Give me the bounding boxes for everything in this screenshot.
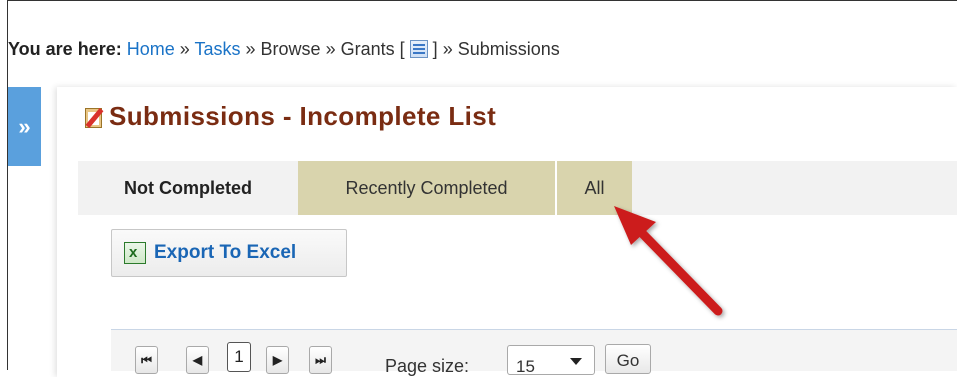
current-page-number[interactable]: 1 [227,342,251,372]
breadcrumb-separator: » [179,39,190,59]
double-chevron-right-icon: » [18,113,31,139]
export-to-excel-button[interactable]: x Export To Excel [111,229,347,277]
tab-label: Recently Completed [345,177,508,198]
breadcrumb-submissions: Submissions [457,39,560,59]
page-size-label: Page size: [385,356,470,376]
page-size-select[interactable]: 15 [507,345,595,376]
grid-icon[interactable] [409,40,428,58]
breadcrumb-grants: Grants [ [340,39,405,59]
tab-label: All [584,177,605,198]
excel-icon: x [124,242,146,264]
page-title-row: Submissions - Incomplete List [83,101,496,132]
tab-all[interactable]: All [557,161,632,215]
frame-border-top [7,0,957,1]
breadcrumb-lead: You are here: [8,39,122,59]
clipboard-icon [83,105,105,129]
sidebar-expand-button[interactable]: » [8,87,41,166]
tab-recently-completed[interactable]: Recently Completed [298,161,555,215]
breadcrumb-separator: » [325,39,336,59]
page-title: Submissions - Incomplete List [109,101,497,131]
breadcrumb: You are here: Home » Tasks » Browse » Gr… [8,39,560,60]
breadcrumb-home-link[interactable]: Home [127,39,175,59]
tab-label: Not Completed [124,177,252,198]
breadcrumb-separator: » [442,39,453,59]
breadcrumb-browse: Browse [260,39,321,59]
export-to-excel-label: Export To Excel [154,242,297,263]
page-size-value: 15 [516,357,535,376]
tab-not-completed[interactable]: Not Completed [78,161,298,215]
breadcrumb-grants-close: ] [432,39,438,59]
breadcrumb-tasks-link[interactable]: Tasks [194,39,240,59]
breadcrumb-separator: » [245,39,256,59]
chevron-down-icon [570,358,582,365]
